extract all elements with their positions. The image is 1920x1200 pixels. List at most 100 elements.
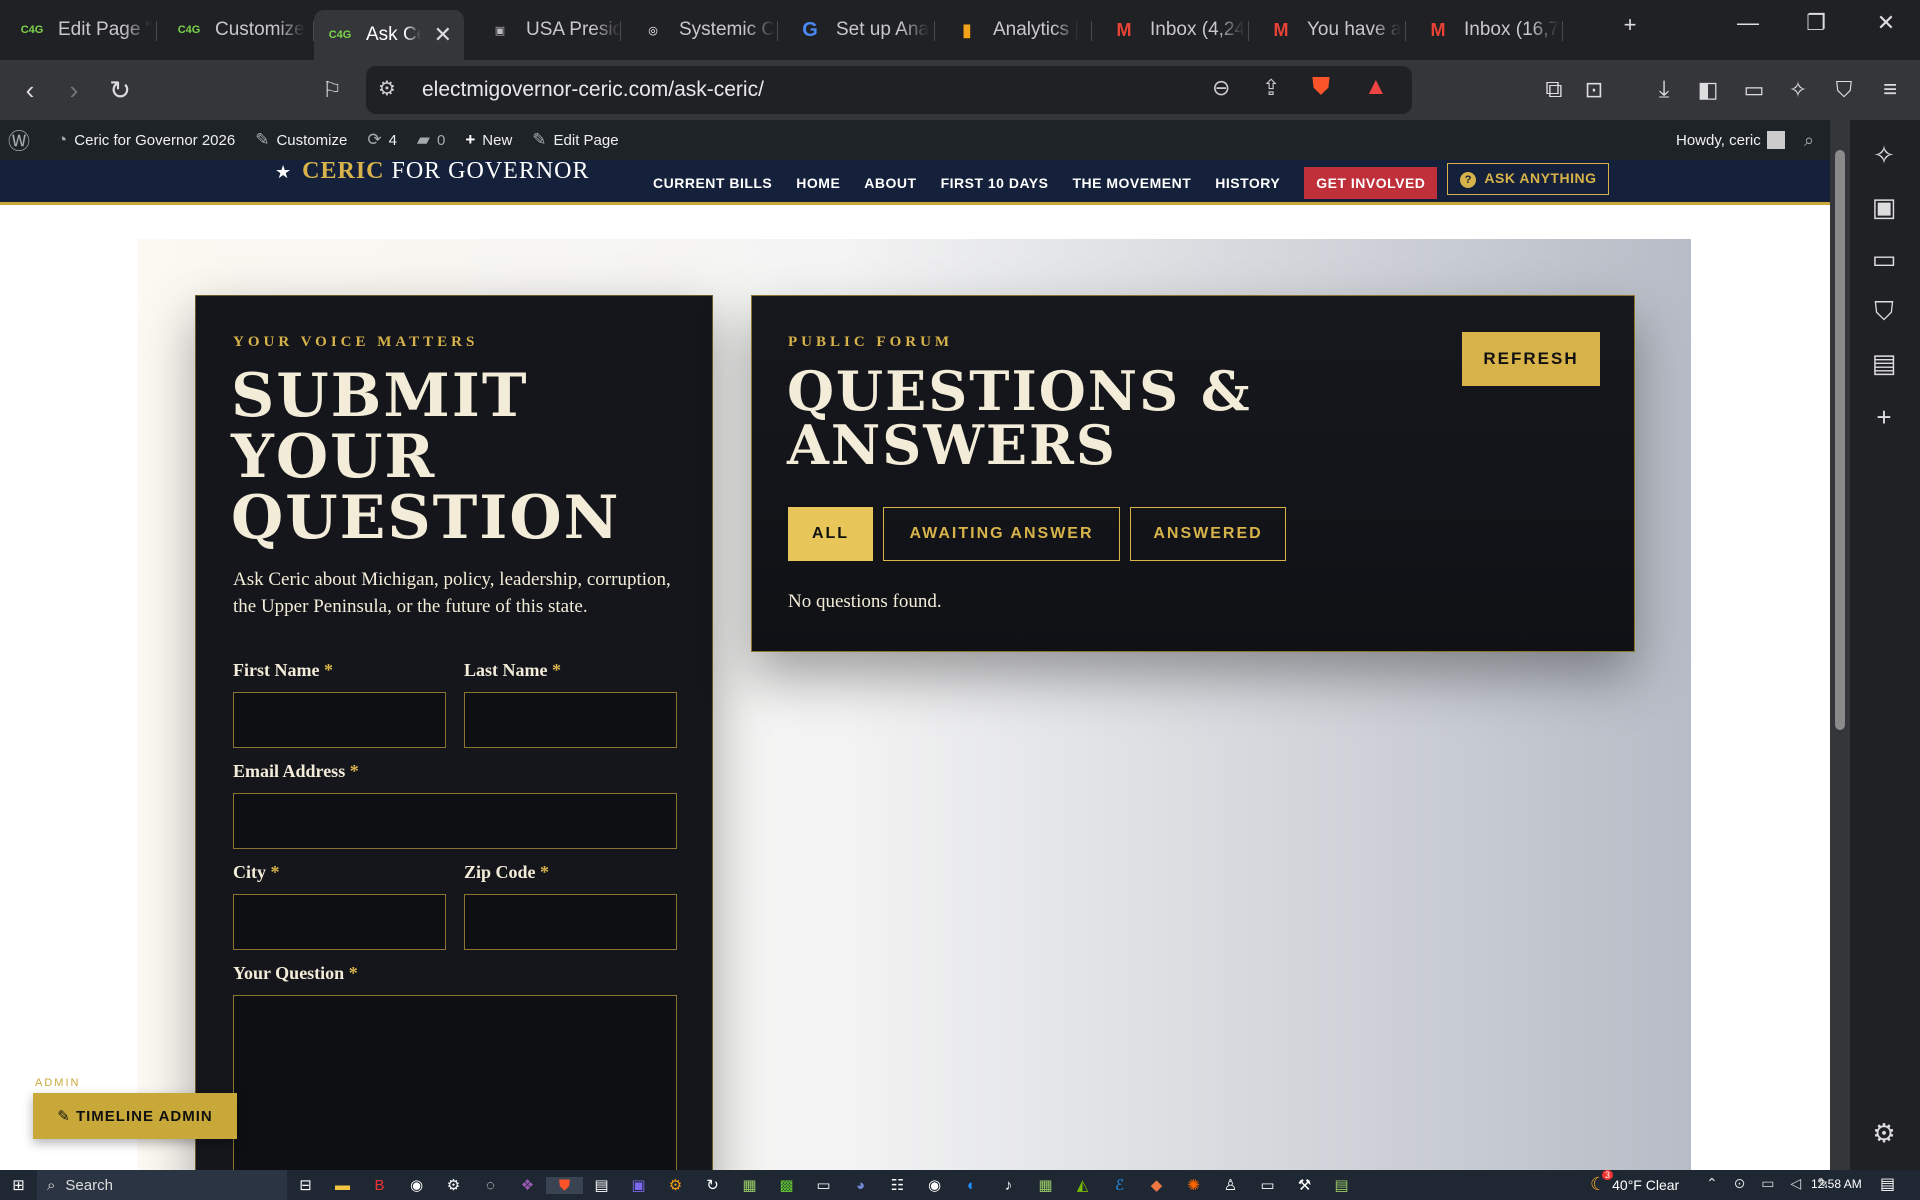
nav-ask-anything-button[interactable]: ? ASK ANYTHING: [1447, 162, 1610, 195]
new-tab-icon[interactable]: +: [1610, 12, 1650, 38]
nav-first-10-days[interactable]: FIRST 10 DAYS: [941, 175, 1049, 191]
tab-analytics[interactable]: ▮ Analytics |: [935, 8, 1092, 52]
app-tools-icon[interactable]: ⚒: [1286, 1176, 1323, 1194]
notification-icon[interactable]: ▤: [1880, 1174, 1895, 1194]
nav-the-movement[interactable]: THE MOVEMENT: [1072, 175, 1191, 191]
nav-get-involved-button[interactable]: GET INVOLVED: [1304, 166, 1438, 199]
steam-icon[interactable]: ◉: [398, 1176, 435, 1194]
app-b-icon[interactable]: B: [361, 1177, 398, 1194]
app-window-icon[interactable]: ▤: [583, 1176, 620, 1194]
minecraft-icon[interactable]: ▩: [768, 1176, 805, 1194]
first-name-input[interactable]: [233, 692, 446, 748]
sidebar-toggle-icon[interactable]: ◧: [1688, 77, 1728, 103]
steam-2-icon[interactable]: ◉: [916, 1176, 953, 1194]
extensions-icon[interactable]: ⧉: [1534, 76, 1574, 104]
app-doc-icon[interactable]: ▤: [1323, 1176, 1360, 1194]
leo-ai-icon[interactable]: ✧: [1778, 77, 1818, 103]
zip-input[interactable]: [464, 894, 677, 950]
wp-howdy[interactable]: Howdy, ceric: [1676, 131, 1785, 149]
share-icon[interactable]: ⇪: [1262, 75, 1280, 101]
page-scrollbar[interactable]: [1830, 120, 1850, 1170]
wp-edit-page[interactable]: ✎ Edit Page: [532, 130, 618, 150]
tab-setup-analytics[interactable]: G Set up Ana: [778, 8, 935, 52]
tab-systemic[interactable]: ◎ Systemic C: [621, 8, 778, 52]
discord-icon[interactable]: ◕: [842, 1177, 879, 1194]
app-monitor-icon[interactable]: ▭: [805, 1176, 842, 1194]
app-purple-icon[interactable]: ▣: [620, 1176, 657, 1194]
close-window-icon[interactable]: ✕: [1866, 10, 1906, 36]
talk-icon[interactable]: ▣: [1848, 192, 1920, 223]
filter-answered-tab[interactable]: ANSWERED: [1130, 507, 1286, 561]
wordpress-logo-icon[interactable]: Ⓦ: [8, 124, 37, 156]
windows-start-icon[interactable]: ⊞: [0, 1176, 37, 1194]
refresh-button[interactable]: REFRESH: [1462, 332, 1600, 386]
tiktok-icon[interactable]: ♪: [990, 1177, 1027, 1194]
brave-shields-icon[interactable]: ⛊: [1312, 73, 1330, 101]
task-view-icon[interactable]: ⊟: [287, 1176, 324, 1194]
app-person-icon[interactable]: ♙: [1212, 1176, 1249, 1194]
weather-widget[interactable]: ☾ 3 40°F Clear: [1590, 1170, 1679, 1195]
nav-history[interactable]: HISTORY: [1215, 175, 1280, 191]
site-info-icon[interactable]: ⚙: [378, 76, 396, 101]
wp-new[interactable]: + New: [465, 130, 512, 150]
back-icon[interactable]: ‹: [10, 75, 50, 106]
bookmarks-sidebar-icon[interactable]: ⛉: [1848, 296, 1920, 328]
reading-list-icon[interactable]: ▤: [1848, 348, 1920, 379]
terminal-icon[interactable]: ▭: [1249, 1176, 1286, 1194]
timeline-admin-button[interactable]: ✎ TIMELINE ADMIN: [33, 1093, 237, 1139]
nav-current-bills[interactable]: CURRENT BILLS: [653, 175, 772, 191]
zoom-icon[interactable]: ⊖: [1212, 75, 1230, 101]
leo-sidebar-icon[interactable]: ✧: [1848, 140, 1920, 171]
vpn-shield-icon[interactable]: ⛉: [1824, 77, 1864, 103]
tab-ask-ceric[interactable]: C4G Ask Ce ✕: [314, 10, 464, 60]
download-icon[interactable]: ⤓: [1644, 76, 1684, 104]
app-red-icon[interactable]: ◆: [1138, 1176, 1175, 1194]
app-green-icon[interactable]: ▦: [1027, 1176, 1064, 1194]
copilot-icon[interactable]: ❖: [509, 1176, 546, 1194]
taskbar-search[interactable]: ⌕ Search: [37, 1170, 287, 1200]
forward-icon[interactable]: ›: [54, 75, 94, 106]
nav-about[interactable]: ABOUT: [864, 175, 916, 191]
app-star-icon[interactable]: ✺: [1175, 1176, 1212, 1194]
brave-taskbar-icon[interactable]: ⛊: [546, 1176, 583, 1194]
edge-icon[interactable]: ◐: [953, 1177, 990, 1194]
wp-updates[interactable]: ⟳ 4: [367, 130, 397, 150]
tab-close-icon[interactable]: ✕: [434, 22, 452, 48]
reload-icon[interactable]: ↻: [100, 75, 140, 106]
url-text[interactable]: electmigovernor-ceric.com/ask-ceric/: [422, 78, 764, 102]
tab-inbox-2[interactable]: M Inbox (16,7: [1406, 8, 1563, 52]
file-explorer-icon[interactable]: ▬: [324, 1177, 361, 1194]
scrollbar-thumb[interactable]: [1835, 150, 1845, 730]
question-textarea[interactable]: [233, 995, 677, 1170]
filter-all-tab[interactable]: ALL: [788, 507, 873, 561]
last-name-input[interactable]: [464, 692, 677, 748]
app-blue-icon[interactable]: ℰ: [1101, 1176, 1138, 1194]
filter-awaiting-tab[interactable]: AWAITING ANSWER: [883, 507, 1120, 561]
clock[interactable]: 12:58 AM: [1811, 1177, 1862, 1191]
menu-icon[interactable]: ≡: [1870, 76, 1910, 104]
restore-icon[interactable]: ❐: [1796, 10, 1836, 36]
wp-site-name[interactable]: ◔ Ceric for Governor 2026: [57, 130, 235, 150]
app-arrow-icon[interactable]: ↻: [694, 1176, 731, 1194]
email-field[interactable]: [233, 793, 677, 849]
tab-inbox-1[interactable]: M Inbox (4,24: [1092, 8, 1249, 52]
app-circle-icon[interactable]: ◌: [472, 1177, 509, 1194]
brave-rewards-icon[interactable]: ▲: [1364, 73, 1388, 101]
app-grid-icon[interactable]: ☷: [879, 1176, 916, 1194]
wp-customize[interactable]: ✎ Customize: [255, 130, 347, 150]
app-orange-icon[interactable]: ⚙: [657, 1176, 694, 1194]
nav-home[interactable]: HOME: [796, 175, 840, 191]
app-notes-icon[interactable]: ▦: [731, 1176, 768, 1194]
wp-comments[interactable]: ▰ 0: [417, 130, 445, 150]
site-logo[interactable]: ★ CERIC FOR GOVERNOR: [275, 160, 590, 185]
wallet-icon[interactable]: ▭: [1734, 77, 1774, 103]
tab-customize[interactable]: C4G Customize: [157, 8, 314, 52]
settings-app-icon[interactable]: ⚙: [435, 1176, 472, 1194]
wallet-sidebar-icon[interactable]: ▭: [1848, 244, 1920, 275]
tab-edit-page[interactable]: C4G Edit Page ": [0, 8, 157, 52]
tab-you-have[interactable]: M You have a: [1249, 8, 1406, 52]
nvidia-icon[interactable]: ◭: [1064, 1176, 1101, 1194]
bookmark-icon[interactable]: ⚐: [312, 77, 352, 103]
screenshot-icon[interactable]: ⊡: [1574, 77, 1614, 103]
wp-search-icon[interactable]: ⌕: [1804, 130, 1814, 151]
